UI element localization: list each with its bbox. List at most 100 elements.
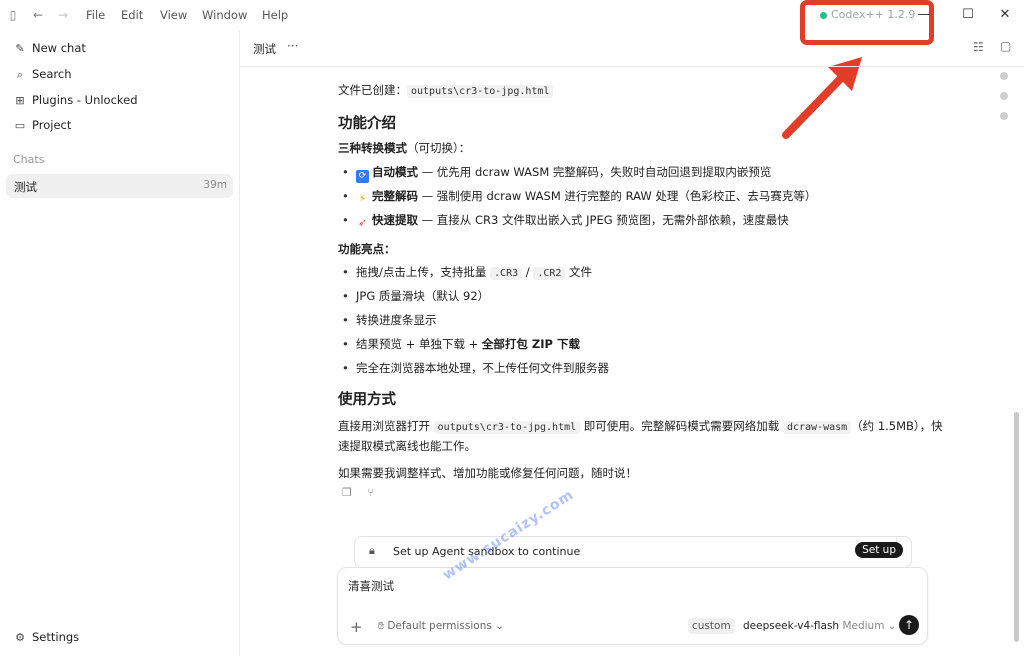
sidebar-item-project[interactable]: ▭ Project bbox=[13, 118, 72, 132]
highlight-text: / bbox=[522, 265, 534, 280]
assistant-message: 文件已创建： outputs\cr3-to-jpg.html 功能介绍 三种转换模… bbox=[338, 78, 948, 501]
highlight-bold: 全部打包 ZIP 下载 bbox=[481, 337, 580, 352]
sidebar-toggle-icon[interactable]: ▯ bbox=[6, 8, 20, 22]
message-actions: ❐ ⑂ bbox=[338, 485, 948, 501]
closing-text: 如果需要我调整样式、增加功能或修复任何问题，随时说！ bbox=[338, 465, 637, 480]
composer: 清喜测试 + ✋︎ Default permissions ⌄ custom d… bbox=[337, 567, 928, 645]
menu-file[interactable]: File bbox=[86, 8, 105, 22]
settings-button[interactable]: ⚙ Settings bbox=[13, 630, 79, 644]
highlight-text: 拖拽/点击上传，支持批量 bbox=[356, 265, 491, 280]
file-created-line: 文件已创建： outputs\cr3-to-jpg.html bbox=[338, 78, 948, 102]
send-button[interactable]: ↑ bbox=[899, 615, 919, 635]
inline-code: outputs\cr3-to-jpg.html bbox=[433, 420, 581, 434]
title-bar: ▯ ← → File Edit View Window Help Codex++… bbox=[0, 0, 1024, 45]
modes-heading-suffix: （可切换）： bbox=[407, 141, 471, 156]
grid-icon: ⊞ bbox=[15, 94, 25, 107]
mode-desc: — 优先用 dcraw WASM 完整解码，失败时自动回退到提取内嵌预览 bbox=[418, 165, 772, 180]
file-created-label: 文件已创建： bbox=[338, 83, 407, 97]
menu-help[interactable]: Help bbox=[262, 8, 288, 22]
inline-code: .CR2 bbox=[533, 267, 566, 281]
sidebar: ✎ New chat ⌕ Search ⊞ Plugins - Unlocked ▭ P… bbox=[0, 30, 240, 656]
highlights-heading: 功能亮点： bbox=[338, 242, 396, 257]
usage-text: 直接用浏览器打开 bbox=[338, 418, 434, 433]
rocket-icon: ➶ bbox=[357, 216, 368, 230]
permissions-label: Default permissions bbox=[387, 620, 492, 632]
outline-dots bbox=[1000, 72, 1008, 132]
custom-tag[interactable]: custom bbox=[688, 618, 735, 634]
lightning-icon: ⚡ bbox=[358, 192, 367, 206]
permissions-dropdown[interactable]: ✋︎ Default permissions ⌄ bbox=[378, 620, 504, 633]
sidebar-item-label: Plugins - Unlocked bbox=[32, 93, 138, 107]
outline-dot[interactable] bbox=[1000, 112, 1008, 120]
inline-code: .CR3 bbox=[490, 267, 523, 281]
scrollbar[interactable] bbox=[1014, 412, 1019, 642]
sidebar-item-label: Search bbox=[32, 67, 72, 81]
usage-text: 即可使用。完整解码模式需要网络加载 bbox=[580, 418, 783, 433]
list-item: ⚡ 完整解码 — 强制使用 dcraw WASM 进行完整的 RAW 处理（色彩校… bbox=[338, 184, 948, 208]
mode-name: 自动模式 bbox=[372, 165, 418, 180]
outline-dot[interactable] bbox=[1000, 92, 1008, 100]
effort-level: Medium bbox=[842, 620, 885, 632]
section-title-usage: 使用方式 bbox=[338, 392, 396, 409]
close-icon[interactable]: ✕ bbox=[993, 5, 1017, 25]
forward-arrow-icon[interactable]: → bbox=[56, 8, 70, 22]
mode-name: 快速提取 bbox=[372, 213, 418, 228]
search-icon: ⌕ bbox=[16, 68, 24, 81]
menu-window[interactable]: Window bbox=[202, 8, 247, 22]
list-item: ➶ 快速提取 — 直接从 CR3 文件取出嵌入式 JPEG 预览图，无需外部依赖，… bbox=[338, 208, 948, 232]
menu-edit[interactable]: Edit bbox=[121, 8, 143, 22]
model-selector[interactable]: deepseek-v4-flash Medium ⌄ bbox=[743, 620, 897, 632]
gear-icon: ⚙ bbox=[15, 631, 25, 644]
file-path-code: outputs\cr3-to-jpg.html bbox=[407, 85, 554, 98]
chevron-down-icon: ⌄ bbox=[491, 620, 504, 632]
sidebar-item-plugins[interactable]: ⊞ Plugins - Unlocked bbox=[13, 93, 138, 107]
modes-heading: 三种转换模式 bbox=[338, 141, 407, 156]
list-item: 拖拽/点击上传，支持批量 .CR3 / .CR2 文件 bbox=[338, 260, 948, 284]
branch-icon[interactable]: ⑂ bbox=[367, 486, 374, 499]
page-title: 测试 bbox=[253, 42, 276, 56]
list-item: 完全在浏览器本地处理，不上传任何文件到服务器 bbox=[338, 356, 948, 380]
section-title-features: 功能介绍 bbox=[338, 116, 396, 132]
setup-button[interactable]: Set up bbox=[855, 542, 903, 558]
add-icon[interactable]: + bbox=[350, 618, 363, 636]
folder-icon: ▭ bbox=[14, 119, 26, 132]
mode-name: 完整解码 bbox=[372, 189, 418, 204]
menu-view[interactable]: View bbox=[160, 8, 187, 22]
settings-label: Settings bbox=[32, 630, 80, 644]
outline-dot[interactable] bbox=[1000, 72, 1008, 80]
sidebar-item-label: New chat bbox=[32, 41, 86, 55]
refresh-icon: ⟳ bbox=[356, 170, 369, 184]
message-input[interactable]: 清喜测试 bbox=[348, 578, 394, 594]
model-name: deepseek-v4-flash bbox=[743, 620, 840, 632]
edit-icon: ✎ bbox=[15, 42, 25, 55]
minimize-icon[interactable]: — bbox=[912, 5, 936, 25]
sidebar-item-search[interactable]: ⌕ Search bbox=[13, 67, 72, 82]
usage-paragraph: 直接用浏览器打开 outputs\cr3-to-jpg.html 即可使用。完整… bbox=[338, 417, 948, 455]
mode-desc: — 直接从 CR3 文件取出嵌入式 JPEG 预览图，无需外部依赖，速度最快 bbox=[418, 213, 789, 228]
maximize-icon[interactable]: ☐ bbox=[956, 5, 980, 25]
chat-title: 测试 bbox=[14, 180, 37, 194]
copy-icon[interactable]: ❐ bbox=[342, 486, 352, 499]
list-item: 转换进度条显示 bbox=[338, 308, 948, 332]
highlight-text: 结果预览 + 单独下载 + bbox=[356, 337, 482, 352]
mode-desc: — 强制使用 dcraw WASM 进行完整的 RAW 处理（色彩校正、去马赛克… bbox=[418, 189, 817, 204]
highlight-text: 文件 bbox=[565, 265, 593, 280]
list-item: ⟳自动模式 — 优先用 dcraw WASM 完整解码，失败时自动回退到提取内嵌… bbox=[338, 160, 948, 184]
back-arrow-icon[interactable]: ← bbox=[31, 8, 45, 22]
sidebar-item-new-chat[interactable]: ✎ New chat bbox=[13, 41, 86, 55]
list-item: JPG 质量滑块（默认 92） bbox=[338, 284, 948, 308]
lock-icon: 🔒︎ bbox=[369, 544, 375, 557]
modes-heading-line: 三种转换模式（可切换）： bbox=[338, 140, 948, 160]
sidebar-item-label: Project bbox=[32, 118, 72, 132]
inline-code: dcraw-wasm bbox=[782, 420, 852, 434]
chats-heading: Chats bbox=[13, 153, 45, 166]
chat-time: 39m bbox=[203, 179, 227, 191]
chevron-down-icon: ⌄ bbox=[884, 620, 897, 632]
chat-header: 测试 ··· ☷ ▢ bbox=[240, 30, 1024, 67]
sandbox-banner: 🔒︎ Set up Agent sandbox to continue Set … bbox=[354, 536, 912, 568]
list-view-icon[interactable]: ☷ bbox=[973, 40, 984, 54]
chat-item-active[interactable]: 测试 39m bbox=[6, 174, 233, 198]
panel-toggle-icon[interactable]: ▢ bbox=[1000, 39, 1011, 53]
more-options-icon[interactable]: ··· bbox=[287, 39, 298, 53]
list-item: 结果预览 + 单独下载 + 全部打包 ZIP 下载 bbox=[338, 332, 948, 356]
